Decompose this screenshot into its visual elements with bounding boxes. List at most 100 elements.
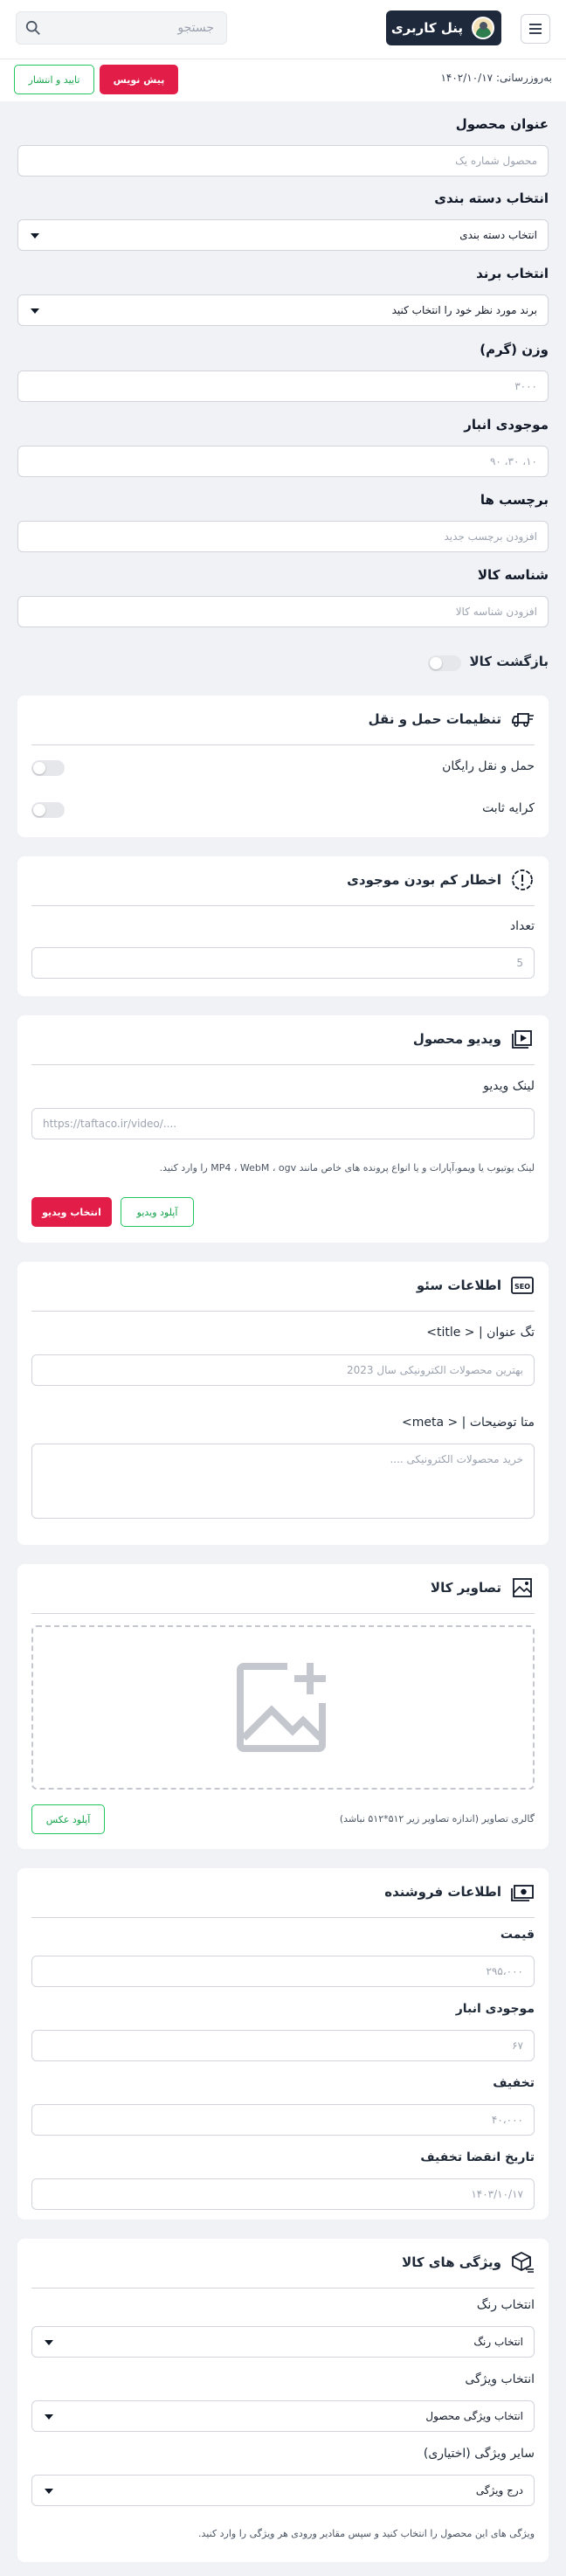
menu-button[interactable] xyxy=(521,14,550,44)
title-tag-label: تگ عنوان | < title> xyxy=(426,1326,535,1340)
search-placeholder: جستجو xyxy=(177,21,214,35)
seller-title-text: اطلاعات فروشنده xyxy=(384,1884,501,1900)
color-select[interactable]: انتخاب رنگ xyxy=(31,2326,535,2358)
video-help-text: لینک یوتیوب یا ویمو،آپارات و یا انواع پر… xyxy=(159,1162,535,1174)
return-label: بازگشت کالا xyxy=(469,654,549,669)
chevron-down-icon xyxy=(45,2489,53,2494)
divider xyxy=(31,1064,535,1065)
user-panel-label: پنل کاربری xyxy=(390,20,463,36)
category-label: انتخاب دسته بندی xyxy=(434,190,549,206)
discount-field[interactable]: ۴۰،۰۰۰ xyxy=(31,2104,535,2136)
feature-value: انتخاب ویژگی محصول xyxy=(425,2410,523,2422)
features-help-text: ویژگی های این محصول را انتخاب کنید و سپس… xyxy=(198,2528,535,2539)
price-field[interactable]: ۲۹۵،۰۰۰ xyxy=(31,1956,535,1987)
seller-card: اطلاعات فروشنده قیمت ۲۹۵،۰۰۰ موجودی انبا… xyxy=(17,1868,549,2219)
seller-stock-field[interactable]: ۶۷ xyxy=(31,2030,535,2061)
brand-select[interactable]: برند مورد نظر خود را انتخاب کنید xyxy=(17,294,549,326)
box-icon xyxy=(512,2251,534,2273)
money-icon xyxy=(511,1885,534,1901)
return-toggle[interactable] xyxy=(428,655,461,671)
color-value: انتخاب رنگ xyxy=(473,2336,523,2348)
brand-label: انتخاب برند xyxy=(476,266,549,281)
hamburger-icon xyxy=(529,28,542,30)
images-title-text: تصاویر کالا xyxy=(430,1580,501,1596)
images-card: تصاویر کالا گالری تصاویر (اندازه تصاویر … xyxy=(17,1564,549,1849)
alert-icon xyxy=(512,869,533,890)
fixed-fare-toggle[interactable] xyxy=(31,802,65,818)
seo-card: SEO اطلاعات سئو تگ عنوان | < title> بهتر… xyxy=(17,1262,549,1545)
sku-field[interactable]: افزودن شناسه کالا xyxy=(17,596,549,627)
other-feature-select[interactable]: درج ویژگی xyxy=(31,2475,535,2506)
video-icon xyxy=(512,1030,532,1049)
search-icon[interactable] xyxy=(25,20,41,36)
weight-label: وزن (گرم) xyxy=(480,342,549,357)
color-label: انتخاب رنگ xyxy=(476,2298,535,2312)
shipping-card: تنظیمات حمل و نقل حمل و نقل رایگان کرایه… xyxy=(17,696,549,837)
image-icon xyxy=(513,1578,532,1597)
images-help-text: گالری تصاویر (اندازه تصاویر زیر ۵۱۲*۵۱۲ … xyxy=(339,1813,535,1825)
price-label: قیمت xyxy=(500,1928,535,1942)
search-input[interactable]: جستجو xyxy=(16,11,227,45)
sku-label: شناسه کالا xyxy=(477,567,549,583)
stock-label: موجودی انبار xyxy=(464,417,549,433)
low-stock-card: اخطار کم بودن موجودی تعداد 5 xyxy=(17,856,549,996)
user-panel-button[interactable]: پنل کاربری xyxy=(386,10,501,45)
features-card: ویژگی های کالا انتخاب رنگ انتخاب رنگ انت… xyxy=(17,2239,549,2562)
divider xyxy=(31,744,535,745)
seller-stock-label: موجودی انبار xyxy=(455,2002,535,2016)
title-tag-field[interactable]: بهترین محصولات الکترونیکی سال 2023 xyxy=(31,1354,535,1386)
weight-field[interactable]: ۳۰۰۰ xyxy=(17,370,549,402)
brand-value: برند مورد نظر خود را انتخاب کنید xyxy=(391,304,537,316)
video-title: ویدیو محصول xyxy=(413,1015,535,1063)
free-shipping-toggle[interactable] xyxy=(31,760,65,776)
top-header: پنل کاربری جستجو xyxy=(0,0,566,59)
seller-title: اطلاعات فروشنده xyxy=(384,1868,535,1915)
tags-field[interactable]: افزودن برچسب جدید xyxy=(17,521,549,552)
action-bar: به‌روزرسانی: ۱۴۰۲/۱۰/۱۷ پیش نویس تایید و… xyxy=(0,59,566,101)
chevron-down-icon xyxy=(45,2414,53,2420)
svg-text:SEO: SEO xyxy=(514,1283,530,1291)
chevron-down-icon xyxy=(45,2340,53,2345)
draft-button[interactable]: پیش نویس xyxy=(100,65,178,94)
stock-field[interactable]: ۱۰، ۳۰، ۹۰ xyxy=(17,446,549,477)
expire-field[interactable]: ۱۴۰۳/۱۰/۱۷ xyxy=(31,2178,535,2210)
chevron-down-icon xyxy=(31,308,39,314)
seo-icon: SEO xyxy=(511,1277,534,1294)
video-title-text: ویدیو محصول xyxy=(412,1031,501,1047)
chevron-down-icon xyxy=(31,233,39,239)
video-link-label: لینک ویدیو xyxy=(483,1079,535,1093)
divider xyxy=(31,2288,535,2289)
divider xyxy=(31,905,535,906)
image-dropzone[interactable] xyxy=(31,1625,535,1790)
divider xyxy=(31,1613,535,1614)
divider xyxy=(31,1311,535,1312)
low-stock-title: اخطار کم بودن موجودی xyxy=(347,856,535,904)
meta-label: متا توضیحات | < meta> xyxy=(401,1416,535,1430)
feature-label: انتخاب ویژگی xyxy=(465,2372,535,2386)
features-title: ویژگی های کالا xyxy=(402,2239,535,2286)
count-label: تعداد xyxy=(509,919,535,933)
add-image-icon xyxy=(237,1663,326,1752)
expire-label: تاریخ انقضا تخفیف xyxy=(420,2150,535,2164)
category-select[interactable]: انتخاب دسته بندی xyxy=(17,219,549,251)
title-label: عنوان محصول xyxy=(455,116,549,132)
seo-title-text: اطلاعات سئو xyxy=(416,1278,501,1293)
images-title: تصاویر کالا xyxy=(431,1564,535,1611)
features-title-text: ویژگی های کالا xyxy=(402,2254,501,2270)
title-field[interactable]: محصول شماره یک xyxy=(17,145,549,177)
shipping-title-text: تنظیمات حمل و نقل xyxy=(368,711,501,727)
upload-image-button[interactable]: آپلود عکس xyxy=(31,1804,105,1834)
upload-video-button[interactable]: آپلود ویدیو xyxy=(121,1197,194,1227)
other-feature-label: سایر ویژگی (اختیاری) xyxy=(423,2447,535,2461)
seo-title: SEO اطلاعات سئو xyxy=(417,1262,535,1309)
category-value: انتخاب دسته بندی xyxy=(459,229,537,241)
select-video-button[interactable]: انتخاب ویدیو xyxy=(31,1197,112,1227)
avatar xyxy=(472,17,494,39)
shipping-title: تنظیمات حمل و نقل xyxy=(369,696,535,743)
free-shipping-label: حمل و نقل رایگان xyxy=(442,759,535,773)
count-field[interactable]: 5 xyxy=(31,947,535,979)
publish-button[interactable]: تایید و انتشار xyxy=(14,65,94,94)
meta-textarea[interactable]: خرید محصولات الکترونیکی .... xyxy=(31,1444,535,1519)
feature-select[interactable]: انتخاب ویژگی محصول xyxy=(31,2400,535,2432)
video-link-field[interactable]: https://taftaco.ir/video/.... xyxy=(31,1108,535,1139)
